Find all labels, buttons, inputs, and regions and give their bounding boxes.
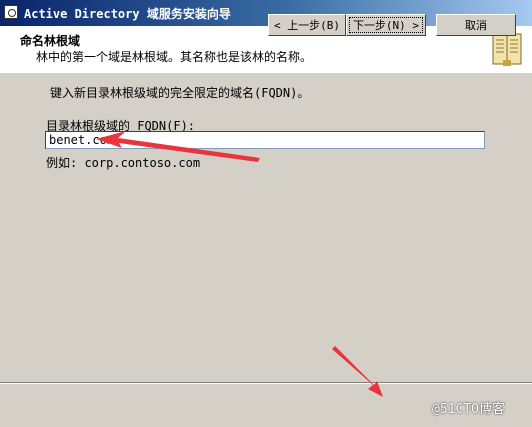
window-title: Active Directory 域服务安装向导	[24, 7, 231, 21]
back-button[interactable]: < 上一步(B)	[268, 14, 346, 36]
next-button[interactable]: 下一步(N) >	[346, 14, 426, 36]
cancel-button[interactable]: 取消	[436, 14, 516, 36]
app-icon	[4, 5, 18, 19]
page-title: 命名林根域	[20, 34, 81, 48]
instruction-text: 键入新目录林根级域的完全限定的域名(FQDN)。	[50, 86, 310, 100]
fqdn-input[interactable]	[45, 131, 485, 149]
wizard-content: 键入新目录林根级域的完全限定的域名(FQDN)。 目录林根级域的 FQDN(F)…	[0, 74, 532, 382]
page-subtitle: 林中的第一个域是林根域。其名称也是该林的名称。	[36, 50, 313, 64]
example-text: 例如: corp.contoso.com	[46, 156, 201, 170]
watermark: @51CTO博客	[432, 402, 505, 417]
